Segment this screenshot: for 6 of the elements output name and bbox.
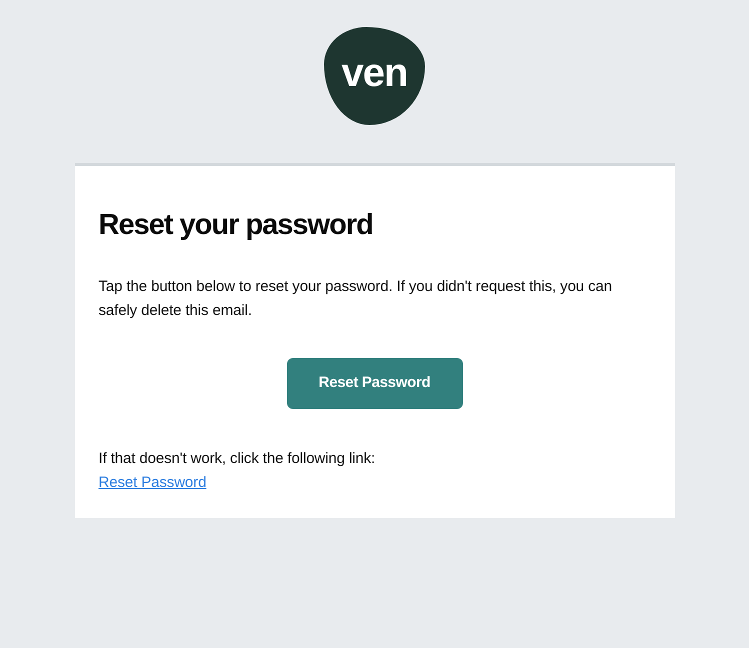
email-title: Reset your password [98, 208, 373, 243]
reset-password-button[interactable]: Reset Password [286, 358, 462, 409]
intro-paragraph: Tap the button below to reset your password. If you didn't request this, you can safely delete this email. [98, 277, 613, 321]
reset-password-link[interactable]: Reset Password [98, 471, 206, 495]
logo-text: ven [342, 53, 408, 97]
fallback-text: If that doesn't work, click the following link: [98, 449, 376, 469]
